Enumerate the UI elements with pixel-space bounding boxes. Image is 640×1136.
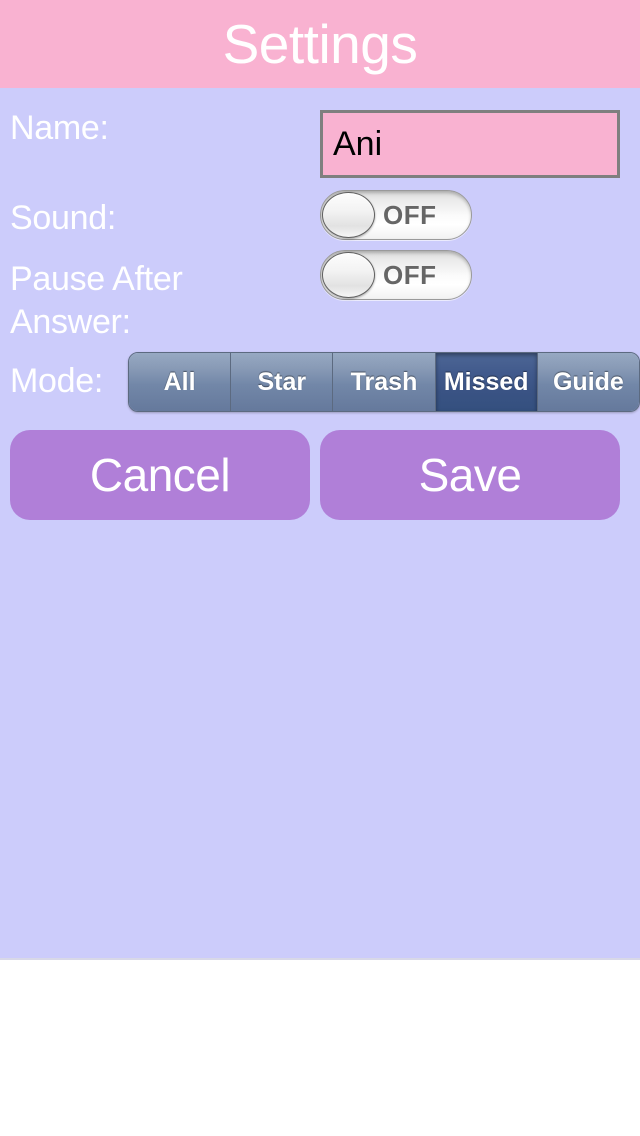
mode-segment-all[interactable]: All bbox=[129, 353, 232, 411]
header-bar: Settings bbox=[0, 0, 640, 88]
settings-content: Name: Ani Sound: OFF Pause After Answer:… bbox=[0, 88, 640, 960]
mode-label: Mode: bbox=[10, 362, 103, 400]
mode-segment-guide[interactable]: Guide bbox=[537, 353, 639, 411]
mode-segmented-control[interactable]: All Star Trash Missed Guide bbox=[128, 352, 640, 412]
mode-segment-trash[interactable]: Trash bbox=[333, 353, 436, 411]
sound-toggle[interactable]: OFF bbox=[320, 190, 472, 240]
page-title: Settings bbox=[222, 12, 418, 75]
mode-segment-missed[interactable]: Missed bbox=[435, 353, 538, 411]
name-label: Name: bbox=[10, 109, 109, 147]
pause-after-answer-toggle[interactable]: OFF bbox=[320, 250, 472, 300]
mode-segment-star[interactable]: Star bbox=[231, 353, 334, 411]
settings-screen: Settings Name: Ani Sound: OFF Pause Afte… bbox=[0, 0, 640, 1136]
pause-after-answer-toggle-state: OFF bbox=[383, 259, 437, 290]
save-button[interactable]: Save bbox=[320, 430, 620, 520]
cancel-button[interactable]: Cancel bbox=[10, 430, 310, 520]
name-input-value: Ani bbox=[333, 125, 383, 163]
pause-after-answer-toggle-knob[interactable] bbox=[322, 252, 375, 298]
pause-after-answer-label: Pause After Answer: bbox=[10, 260, 183, 341]
sound-toggle-knob[interactable] bbox=[322, 192, 375, 238]
sound-label: Sound: bbox=[10, 199, 116, 237]
sound-toggle-state: OFF bbox=[383, 199, 437, 230]
name-input[interactable]: Ani bbox=[320, 110, 620, 178]
